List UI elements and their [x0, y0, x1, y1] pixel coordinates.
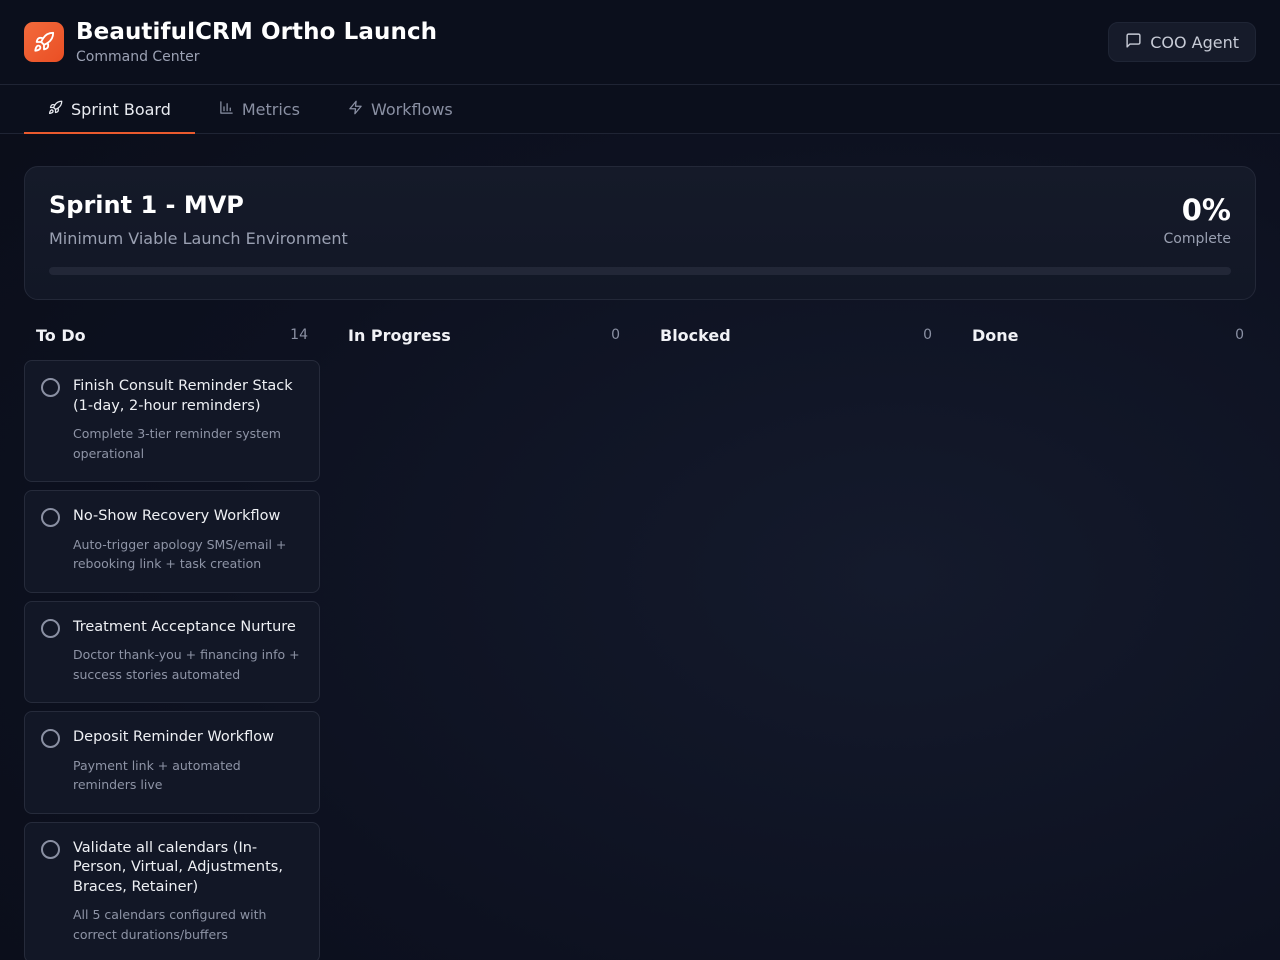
task-checkbox[interactable]	[41, 729, 60, 748]
sprint-summary-card: Sprint 1 - MVP Minimum Viable Launch Env…	[24, 166, 1256, 300]
task-card[interactable]: Finish Consult Reminder Stack (1-day, 2-…	[24, 360, 320, 482]
tab-sprint-board[interactable]: Sprint Board	[24, 85, 195, 134]
app-title: BeautifulCRM Ortho Launch	[76, 19, 438, 45]
tab-workflows[interactable]: Workflows	[324, 85, 477, 133]
column-count: 0	[923, 327, 932, 343]
sprint-progress-bar	[49, 267, 1231, 275]
column-title: To Do	[36, 325, 86, 345]
rocket-icon	[48, 100, 63, 119]
task-description: All 5 calendars configured with correct …	[73, 907, 267, 942]
column-header: Done 0	[960, 320, 1256, 350]
task-description: Payment link + automated reminders live	[73, 757, 241, 793]
percent-value: 0%	[1181, 193, 1231, 227]
sprint-percent: 0% Complete	[1164, 193, 1231, 247]
lightning-icon	[348, 100, 363, 119]
task-card[interactable]: Deposit Reminder Workflow Payment link +…	[24, 711, 320, 814]
sprint-subtitle: Minimum Viable Launch Environment	[49, 229, 348, 248]
task-title: Deposit Reminder Workflow	[73, 729, 275, 745]
column-title: In Progress	[348, 325, 451, 345]
task-description: Complete 3-tier reminder system operatio…	[73, 426, 281, 461]
task-checkbox[interactable]	[41, 378, 60, 397]
tab-label: Metrics	[241, 99, 300, 119]
task-card[interactable]: Treatment Acceptance Nurture Doctor than…	[24, 600, 320, 703]
task-checkbox[interactable]	[41, 839, 60, 859]
chat-icon	[1125, 32, 1142, 53]
card-list: Finish Consult Reminder Stack (1-day, 2-…	[24, 360, 320, 960]
task-card[interactable]: No-Show Recovery Workflow Auto-trigger a…	[24, 490, 320, 593]
bar-chart-icon	[219, 100, 234, 119]
tab-bar: Sprint Board Metrics Workflows	[0, 85, 1280, 134]
task-title: Finish Consult Reminder Stack (1-day, 2-…	[73, 378, 293, 414]
task-title: No-Show Recovery Workflow	[73, 508, 281, 524]
column-count: 14	[290, 327, 308, 343]
tab-metrics[interactable]: Metrics	[195, 85, 324, 133]
column-count: 0	[1235, 327, 1244, 343]
task-title: Treatment Acceptance Nurture	[73, 618, 296, 635]
column-header: To Do 14	[24, 320, 320, 350]
kanban-board: To Do 14 Finish Consult Reminder Stack (…	[24, 320, 1256, 960]
task-checkbox[interactable]	[41, 508, 60, 527]
column-title: Blocked	[660, 325, 731, 345]
task-description: Doctor thank-you + financing info + succ…	[73, 647, 300, 682]
column-count: 0	[611, 327, 620, 343]
tab-label: Sprint Board	[71, 99, 171, 119]
task-title: Validate all calendars (In-Person, Virtu…	[73, 839, 283, 895]
rocket-icon	[24, 22, 64, 62]
column-header: In Progress 0	[336, 320, 632, 350]
coo-agent-label: COO Agent	[1150, 32, 1239, 52]
column-done: Done 0	[960, 320, 1256, 960]
task-checkbox[interactable]	[41, 618, 60, 638]
app-header: BeautifulCRM Ortho Launch Command Center…	[0, 0, 1280, 85]
percent-caption: Complete	[1163, 231, 1231, 247]
column-to-do: To Do 14 Finish Consult Reminder Stack (…	[24, 320, 320, 960]
column-header: Blocked 0	[648, 320, 944, 350]
app-subtitle: Command Center	[76, 49, 200, 65]
tab-label: Workflows	[370, 99, 453, 119]
column-in-progress: In Progress 0	[336, 320, 632, 960]
sprint-title: Sprint 1 - MVP	[49, 191, 244, 219]
column-blocked: Blocked 0	[648, 320, 944, 960]
column-title: Done	[972, 325, 1019, 345]
task-card[interactable]: Validate all calendars (In-Person, Virtu…	[24, 821, 320, 960]
task-description: Auto-trigger apology SMS/email + rebooki…	[73, 536, 287, 572]
coo-agent-button[interactable]: COO Agent	[1108, 22, 1256, 62]
